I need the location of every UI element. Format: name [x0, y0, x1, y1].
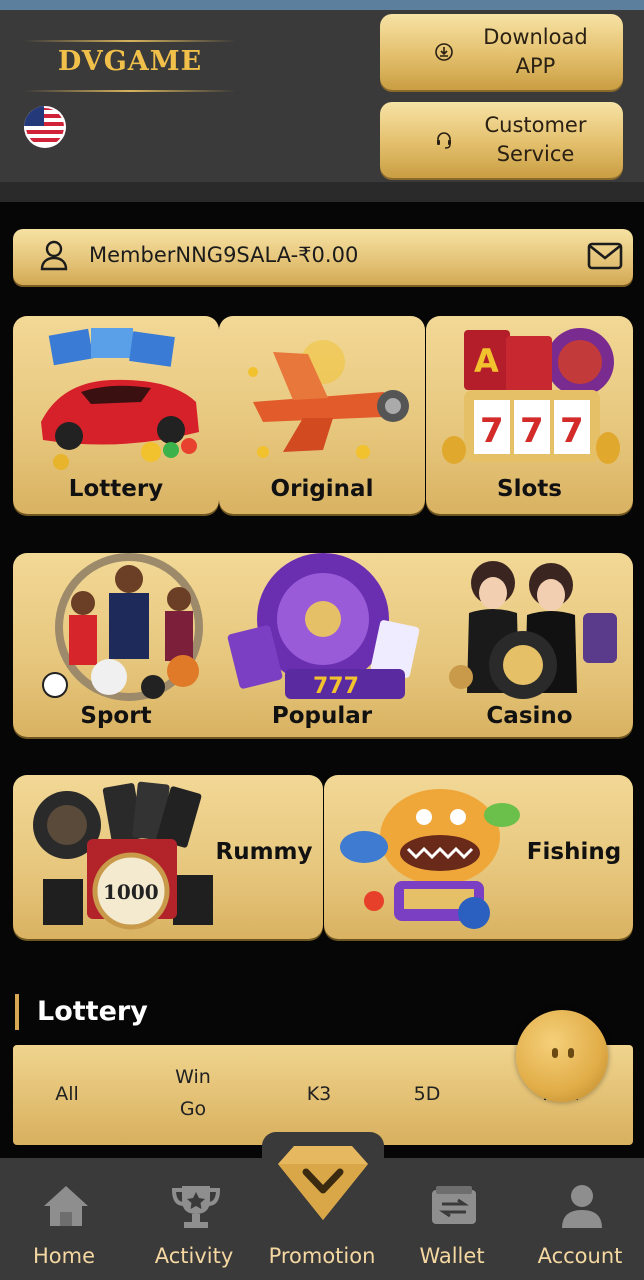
category-lottery[interactable]: Lottery [13, 316, 219, 514]
tab-win-go-line1: Win [175, 1066, 211, 1088]
fishing-shark-icon [340, 789, 520, 929]
chat-eye-right [568, 1048, 574, 1058]
category-rummy[interactable]: 1000 Rummy [13, 775, 323, 939]
headset-icon [432, 128, 456, 152]
user-icon [40, 240, 68, 271]
nav-label: Account [537, 1244, 623, 1268]
category-casino[interactable]: Casino [426, 703, 633, 729]
casino-dealers-icon [449, 561, 617, 699]
member-balance-bar[interactable]: MemberNNG9SALA-₹0.00 [13, 229, 633, 285]
section-title-lottery: Lottery [15, 994, 148, 1030]
airplane-icon [248, 340, 409, 459]
brand-name: DVGAME [57, 46, 203, 77]
tab-all[interactable]: All [27, 1078, 107, 1110]
category-label: Slots [497, 476, 562, 502]
roulette-chip-icon: 777 [227, 553, 420, 699]
category-original[interactable]: Original [219, 316, 425, 514]
home-icon [44, 1186, 88, 1226]
category-label: Fishing [526, 839, 622, 865]
download-app-button[interactable]: Download APP [380, 14, 623, 90]
tab-5d[interactable]: 5D [387, 1078, 467, 1110]
download-label-line2: APP [515, 54, 556, 78]
category-row-2: 777 Sport Popular Casino [13, 553, 633, 737]
nav-label: Home [32, 1244, 95, 1268]
service-label-line2: Service [496, 142, 575, 166]
chat-bubble-button[interactable] [516, 1010, 608, 1102]
logo-ornament-bottom [24, 90, 236, 92]
nav-label: Activity [154, 1244, 234, 1268]
dvgame-logo[interactable]: DVGAME [24, 26, 236, 98]
diamond-icon[interactable] [274, 1142, 372, 1222]
tab-win-go[interactable]: Win Go [153, 1061, 233, 1125]
us-flag-icon[interactable] [24, 106, 66, 148]
svg-text:777: 777 [313, 674, 359, 699]
nav-home[interactable]: Home [4, 1158, 124, 1280]
sport-players-icon [42, 553, 203, 701]
chat-eye-left [552, 1048, 558, 1058]
nav-label: Wallet [419, 1244, 485, 1268]
logo-ornament-top [24, 40, 236, 42]
slot-machine-icon: A 7 7 7 [442, 328, 620, 464]
rummy-chips-icon: 1000 [33, 781, 213, 930]
service-label-line1: Customer [484, 113, 587, 137]
wallet-icon [432, 1186, 476, 1224]
nav-label: Promotion [268, 1244, 376, 1268]
tab-k3[interactable]: K3 [279, 1078, 359, 1110]
tab-win-go-line2: Go [179, 1098, 207, 1120]
member-text: MemberNNG9SALA-₹0.00 [89, 243, 359, 267]
category-label: Lottery [68, 476, 164, 502]
mail-icon[interactable] [587, 241, 623, 271]
category-label: Rummy [215, 839, 313, 865]
svg-text:7: 7 [520, 411, 544, 451]
person-icon [562, 1185, 602, 1228]
header-divider [0, 182, 644, 202]
customer-service-button[interactable]: Customer Service [380, 102, 623, 178]
svg-text:1000: 1000 [103, 880, 159, 904]
nav-account[interactable]: Account [520, 1158, 640, 1280]
category-slots[interactable]: A 7 7 7 Slots [426, 316, 633, 514]
download-icon [432, 40, 456, 64]
trophy-icon [171, 1186, 221, 1228]
category-fishing[interactable]: Fishing [324, 775, 633, 939]
lottery-car-icon [41, 328, 199, 470]
nav-activity[interactable]: Activity [134, 1158, 254, 1280]
status-strip [0, 0, 644, 10]
svg-text:A: A [474, 342, 499, 380]
category-label: Original [270, 476, 374, 502]
category-popular[interactable]: Popular [219, 703, 425, 729]
category-sport[interactable]: Sport [13, 703, 219, 729]
download-label-line1: Download [483, 25, 588, 49]
svg-text:7: 7 [560, 411, 584, 451]
nav-wallet[interactable]: Wallet [392, 1158, 512, 1280]
svg-text:7: 7 [480, 411, 504, 451]
